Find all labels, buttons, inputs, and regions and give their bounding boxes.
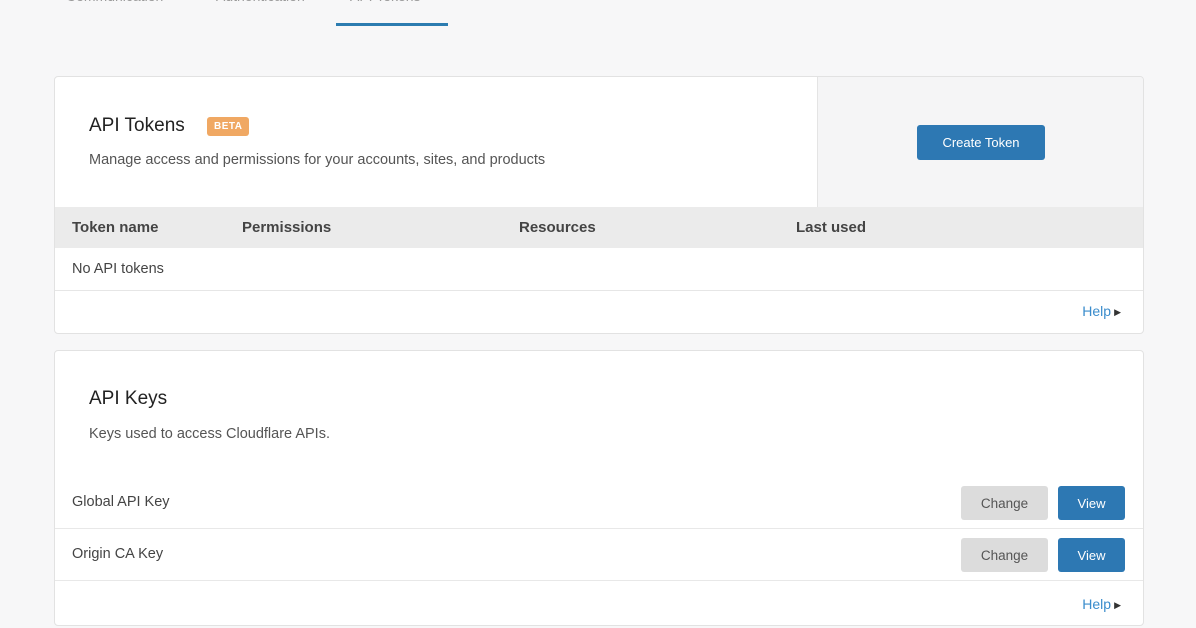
api-keys-title: API Keys [89,388,168,409]
caret-right-icon: ▶ [1114,600,1121,610]
api-keys-description: Keys used to access Cloudflare APIs. [89,426,330,442]
empty-state-text: No API tokens [72,261,164,277]
beta-badge: BETA [207,117,250,136]
tokens-table-header: Token name Permissions Resources Last us… [55,207,1143,248]
api-keys-help-link[interactable]: Help ▶ [1082,596,1121,612]
api-tokens-title: API Tokens [89,115,185,136]
active-tab-indicator [336,23,448,26]
tokens-empty-row: No API tokens [55,248,1143,291]
api-tokens-help-link[interactable]: Help ▶ [1082,303,1121,319]
caret-right-icon: ▶ [1114,307,1121,317]
api-tokens-action-panel: Create Token [817,77,1143,207]
column-header-token-name[interactable]: Token name [72,219,158,236]
api-tokens-card: API Tokens BETA Manage access and permis… [54,76,1144,334]
view-origin-ca-key-button[interactable]: View [1058,538,1125,572]
tab-communication[interactable]: Communication [66,0,163,18]
api-keys-card: API Keys Keys used to access Cloudflare … [54,350,1144,626]
column-header-resources[interactable]: Resources [519,219,596,236]
column-header-permissions[interactable]: Permissions [242,219,331,236]
create-token-button[interactable]: Create Token [917,125,1045,160]
key-row-global-api-key: Global API Key Change View [55,477,1143,529]
api-tokens-header: API Tokens BETA Manage access and permis… [55,77,817,207]
key-row-origin-ca-key: Origin CA Key Change View [55,529,1143,581]
help-label: Help [1082,303,1112,319]
column-header-last-used[interactable]: Last used [796,219,866,236]
api-tokens-description: Manage access and permissions for your a… [89,152,546,168]
change-origin-ca-key-button[interactable]: Change [961,538,1048,572]
help-label: Help [1082,596,1112,612]
view-global-key-button[interactable]: View [1058,486,1125,520]
key-label: Global API Key [72,494,170,510]
tab-authentication[interactable]: Authentication [216,0,305,18]
change-global-key-button[interactable]: Change [961,486,1048,520]
top-tab-bar: Communication Authentication API Tokens [0,0,1196,28]
key-label: Origin CA Key [72,546,164,562]
tab-api-tokens[interactable]: API Tokens [350,0,421,18]
